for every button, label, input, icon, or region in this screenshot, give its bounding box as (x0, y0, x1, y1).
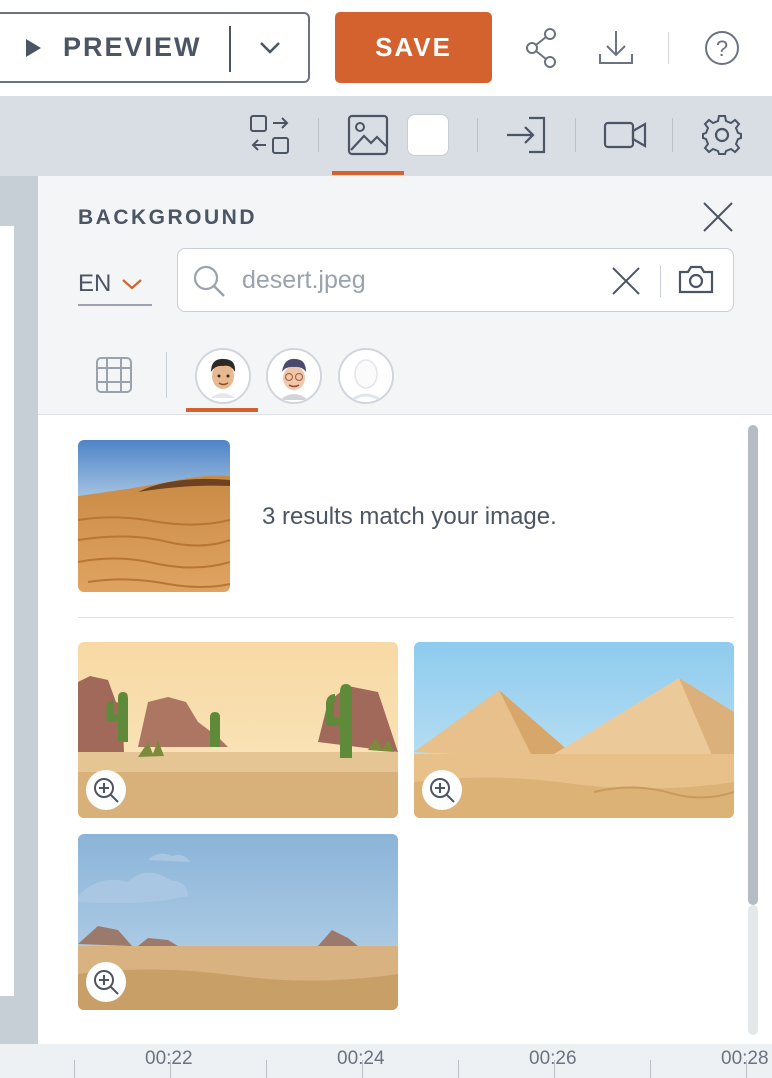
timeline-tick (74, 1060, 75, 1078)
panel-title: BACKGROUND (78, 206, 257, 229)
background-color-swatch[interactable] (407, 114, 449, 156)
toolbar-separator (477, 118, 478, 152)
grid-view-icon[interactable] (95, 356, 133, 394)
share-icon[interactable] (525, 28, 559, 68)
character-avatar-icon (197, 350, 249, 402)
search-box (177, 248, 734, 312)
match-result-text: 3 results match your image. (262, 503, 557, 530)
timeline-label: 00:26 (529, 1048, 577, 1069)
save-button[interactable]: SAVE (335, 12, 492, 83)
timeline-tick (554, 1060, 555, 1078)
language-value: EN (78, 270, 112, 297)
timeline-tick (266, 1060, 267, 1078)
zoom-in-button[interactable] (86, 962, 126, 1002)
filter-separator (166, 352, 167, 398)
toolbar-separator (575, 118, 576, 152)
background-result-card[interactable] (78, 642, 398, 818)
search-icon (193, 265, 225, 297)
settings-gear-icon[interactable] (701, 114, 743, 156)
camera-icon[interactable] (677, 263, 715, 295)
toolbar-separator (672, 118, 673, 152)
background-panel: BACKGROUND EN desert.jpeg 3 results matc… (38, 176, 772, 1044)
timeline-tick (362, 1060, 363, 1078)
zoom-in-button[interactable] (422, 770, 462, 810)
results-divider (78, 617, 734, 618)
preview-divider (229, 26, 231, 72)
timeline-label: 00:24 (337, 1048, 385, 1069)
editor-toolbar (0, 96, 772, 176)
search-separator (660, 265, 661, 297)
results-scrollbar[interactable] (748, 425, 758, 905)
topbar-separator (668, 32, 669, 64)
zoom-in-button[interactable] (86, 770, 126, 810)
video-camera-icon[interactable] (603, 114, 647, 156)
zoom-in-icon (430, 778, 455, 803)
background-result-card[interactable] (414, 642, 734, 818)
search-input[interactable] (242, 261, 602, 299)
background-result-card[interactable] (78, 834, 398, 1010)
svg-text:?: ? (716, 36, 728, 61)
scrollbar-track (748, 905, 758, 1035)
character-avatar-icon (340, 350, 392, 402)
query-image-thumbnail (78, 440, 230, 592)
help-icon[interactable]: ? (703, 28, 741, 68)
play-icon (26, 38, 41, 57)
timeline-tick (746, 1060, 747, 1078)
preview-label: PREVIEW (63, 32, 202, 62)
scene-canvas[interactable] (0, 176, 38, 1046)
timeline-ruler[interactable]: 00:22 00:24 00:26 00:28 (0, 1044, 772, 1078)
chevron-down-icon[interactable] (257, 34, 283, 60)
preview-button[interactable]: PREVIEW (0, 12, 310, 83)
avatar-filter-3[interactable] (338, 348, 394, 404)
close-icon[interactable] (702, 201, 734, 233)
filter-row (38, 344, 772, 414)
active-tab-indicator (332, 171, 404, 175)
character-avatar-icon (268, 350, 320, 402)
active-filter-indicator (186, 408, 258, 412)
avatar-filter-1[interactable] (195, 348, 251, 404)
background-image-icon[interactable] (347, 114, 389, 156)
timeline-tick (458, 1060, 459, 1078)
top-bar: PREVIEW SAVE ? (0, 0, 772, 96)
zoom-in-icon (94, 970, 119, 995)
clear-search-icon[interactable] (610, 265, 642, 297)
timeline-label: 00:22 (145, 1048, 193, 1069)
enter-icon[interactable] (505, 114, 547, 156)
avatar-filter-2[interactable] (266, 348, 322, 404)
results-area: 3 results match your image. (38, 414, 772, 1044)
timeline-label: 00:28 (721, 1048, 769, 1069)
timeline-tick (650, 1060, 651, 1078)
language-select[interactable]: EN (78, 264, 152, 306)
canvas-slide (0, 226, 14, 996)
zoom-in-icon (94, 778, 119, 803)
download-icon[interactable] (597, 28, 635, 68)
toolbar-separator (318, 118, 319, 152)
timeline-tick (170, 1060, 171, 1078)
chevron-down-icon (122, 279, 143, 290)
swap-layout-icon[interactable] (249, 114, 291, 156)
